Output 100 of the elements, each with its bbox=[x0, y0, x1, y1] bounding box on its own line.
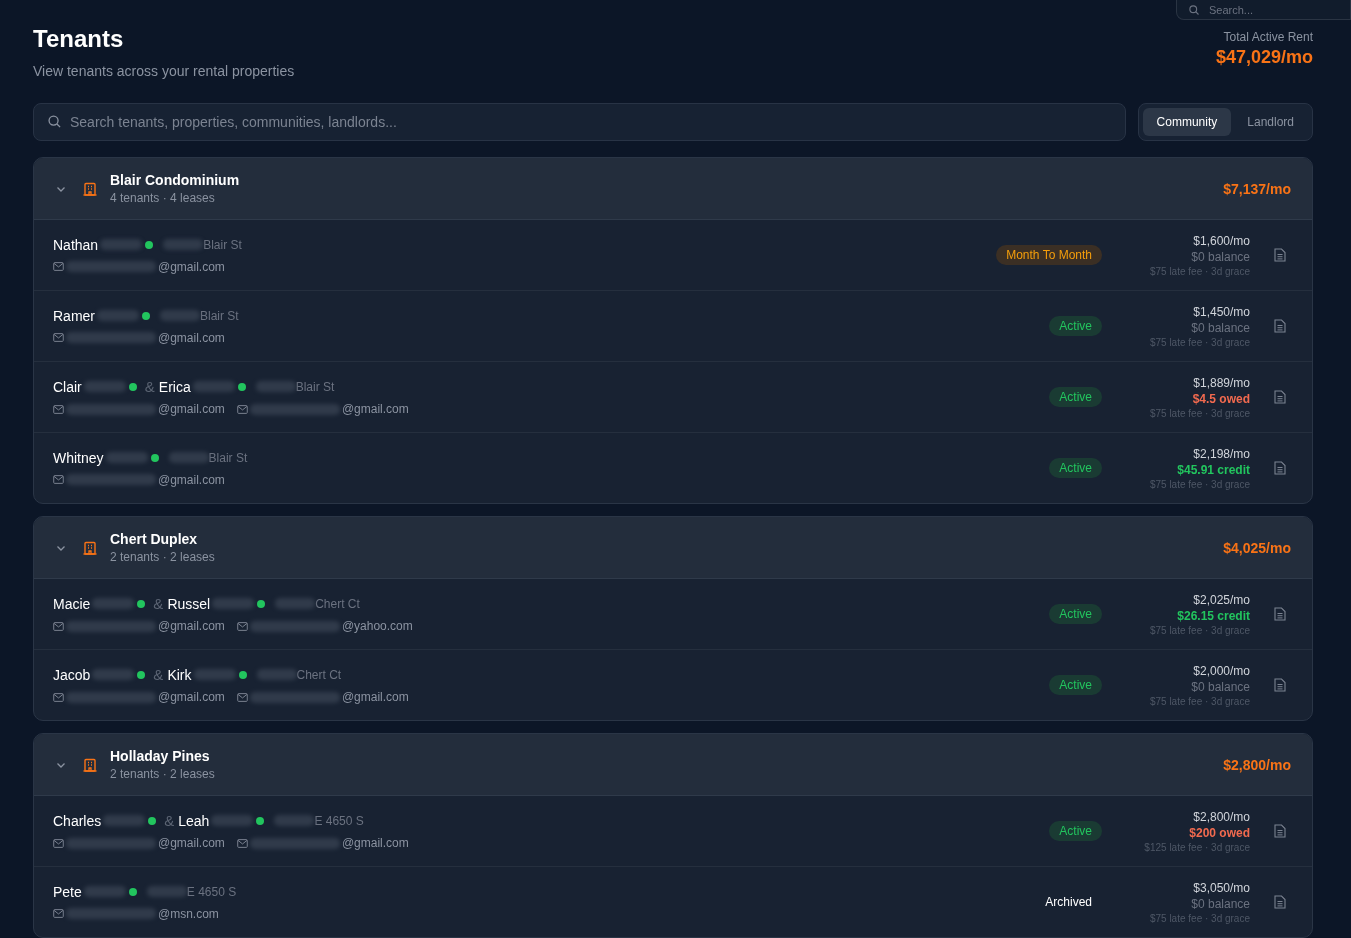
redacted-blur bbox=[83, 886, 126, 897]
search-icon bbox=[47, 114, 62, 129]
page-title: Tenants bbox=[33, 25, 125, 53]
tenant-name[interactable]: Erica bbox=[158, 378, 191, 395]
tenant-name[interactable]: Kirk bbox=[167, 666, 192, 683]
document-icon[interactable] bbox=[1274, 390, 1286, 404]
redacted-blur bbox=[160, 310, 200, 321]
redacted-blur bbox=[163, 239, 204, 250]
tenant-name[interactable]: Nathan bbox=[53, 236, 99, 253]
redacted-blur bbox=[83, 381, 126, 392]
status-label: Archived bbox=[1044, 894, 1093, 911]
lease-balance: $200 owed bbox=[1188, 825, 1250, 840]
community-rent: $7,137/mo bbox=[1223, 180, 1291, 197]
community-header[interactable]: Chert Duplex 2 tenants · 2 leases $4,025/mo bbox=[34, 517, 1312, 579]
street-address: Blair St bbox=[208, 450, 248, 465]
street-address: Blair St bbox=[203, 237, 242, 252]
community-counts: 4 tenants · 4 leases bbox=[110, 191, 216, 205]
mail-icon bbox=[53, 692, 64, 702]
building-icon bbox=[82, 539, 98, 556]
lease-rent: $1,450/mo bbox=[1192, 304, 1250, 319]
street-address: E 4650 S bbox=[314, 813, 364, 828]
group-by-tab[interactable]: Landlord bbox=[1233, 108, 1308, 136]
email-domain: @gmail.com bbox=[158, 690, 225, 704]
lease-balance: $0 balance bbox=[1190, 320, 1250, 335]
mail-icon bbox=[53, 909, 64, 918]
redacted-blur bbox=[255, 381, 296, 392]
tenant-name[interactable]: Leah bbox=[178, 812, 210, 829]
mail-icon bbox=[53, 838, 64, 848]
search-icon bbox=[1188, 4, 1200, 16]
tenant-name[interactable]: Pete bbox=[53, 883, 82, 900]
tenant-name[interactable]: Ramer bbox=[53, 307, 95, 324]
document-icon[interactable] bbox=[1274, 248, 1286, 262]
email-domain: @gmail.com bbox=[158, 619, 225, 633]
status-badge: Active bbox=[1049, 316, 1102, 336]
email-domain: @gmail.com bbox=[158, 330, 225, 345]
tenant-name[interactable]: Macie bbox=[53, 595, 91, 612]
status-badge: Active bbox=[1049, 458, 1102, 478]
ampersand: & bbox=[144, 378, 155, 395]
redacted-blur bbox=[100, 239, 143, 250]
mail-icon bbox=[53, 621, 64, 631]
status-badge: Month To Month bbox=[996, 245, 1102, 265]
redacted-blur bbox=[193, 669, 236, 680]
mail-icon bbox=[53, 475, 64, 484]
community-name: Chert Duplex bbox=[110, 531, 199, 547]
status-badge: Active bbox=[1049, 604, 1102, 624]
tenant-name[interactable]: Charles bbox=[53, 812, 102, 829]
mail-icon bbox=[53, 262, 64, 271]
redacted-blur bbox=[105, 452, 148, 463]
building-icon bbox=[82, 756, 98, 773]
lease-balance: $4.5 owed bbox=[1191, 391, 1250, 406]
email-domain: @gmail.com bbox=[341, 690, 409, 704]
document-icon[interactable] bbox=[1274, 824, 1286, 838]
lease-rent: $3,050/mo bbox=[1192, 880, 1250, 895]
street-address: Chert Ct bbox=[315, 596, 360, 611]
mail-icon bbox=[236, 621, 248, 631]
community-name: Blair Condominium bbox=[110, 172, 241, 188]
total-rent-value: $47,029/mo bbox=[1215, 47, 1313, 68]
community-counts: 2 tenants · 2 leases bbox=[110, 550, 216, 564]
document-icon[interactable] bbox=[1274, 895, 1286, 909]
lease-rent: $2,800/mo bbox=[1192, 809, 1250, 824]
status-badge: Active bbox=[1049, 387, 1102, 407]
street-address: Blair St bbox=[200, 308, 239, 323]
lease-rent: $2,198/mo bbox=[1192, 446, 1250, 461]
email-domain: @gmail.com bbox=[341, 836, 409, 850]
street-address: E 4650 S bbox=[186, 884, 237, 899]
mail-icon bbox=[236, 404, 248, 414]
email-domain: @yahoo.com bbox=[341, 619, 413, 633]
redacted-blur bbox=[168, 452, 209, 463]
tenant-name[interactable]: Whitney bbox=[53, 449, 104, 466]
redacted-blur bbox=[192, 381, 235, 392]
redacted-blur bbox=[212, 598, 255, 609]
mail-icon bbox=[236, 692, 248, 702]
document-icon[interactable] bbox=[1274, 319, 1286, 333]
tenant-name[interactable]: Jacob bbox=[53, 666, 91, 683]
redacted-blur bbox=[146, 886, 187, 897]
search-field[interactable]: Search... bbox=[1176, 0, 1351, 20]
ampersand: & bbox=[153, 666, 164, 683]
community-rent: $4,025/mo bbox=[1223, 539, 1291, 556]
document-icon[interactable] bbox=[1274, 607, 1286, 621]
document-icon[interactable] bbox=[1274, 461, 1286, 475]
tenant-name[interactable]: Russel bbox=[167, 595, 211, 612]
mail-icon bbox=[53, 333, 64, 342]
search-field[interactable]: Search tenants, properties, communities, landlords... bbox=[33, 103, 1126, 141]
ampersand: & bbox=[153, 595, 164, 612]
status-badge: Active bbox=[1049, 675, 1102, 695]
total-rent-label: Total Active Rent bbox=[1222, 30, 1313, 44]
community-header[interactable]: Holladay Pines 2 tenants · 2 leases $2,800/mo bbox=[34, 734, 1312, 796]
redacted-blur bbox=[97, 310, 139, 321]
community-header[interactable]: Blair Condominium 4 tenants · 4 leases $7,137/mo bbox=[34, 158, 1312, 220]
redacted-blur bbox=[103, 815, 146, 826]
redacted-blur bbox=[92, 598, 135, 609]
redacted-blur bbox=[274, 815, 315, 826]
redacted-blur bbox=[275, 598, 316, 609]
email-domain: @gmail.com bbox=[158, 402, 225, 416]
group-by-tab[interactable]: Community bbox=[1142, 108, 1232, 136]
tenant-name[interactable]: Clair bbox=[53, 378, 82, 395]
street-address: Chert Ct bbox=[296, 667, 342, 682]
document-icon[interactable] bbox=[1274, 678, 1286, 692]
email-domain: @gmail.com bbox=[341, 402, 409, 416]
email-domain: @gmail.com bbox=[158, 472, 225, 487]
